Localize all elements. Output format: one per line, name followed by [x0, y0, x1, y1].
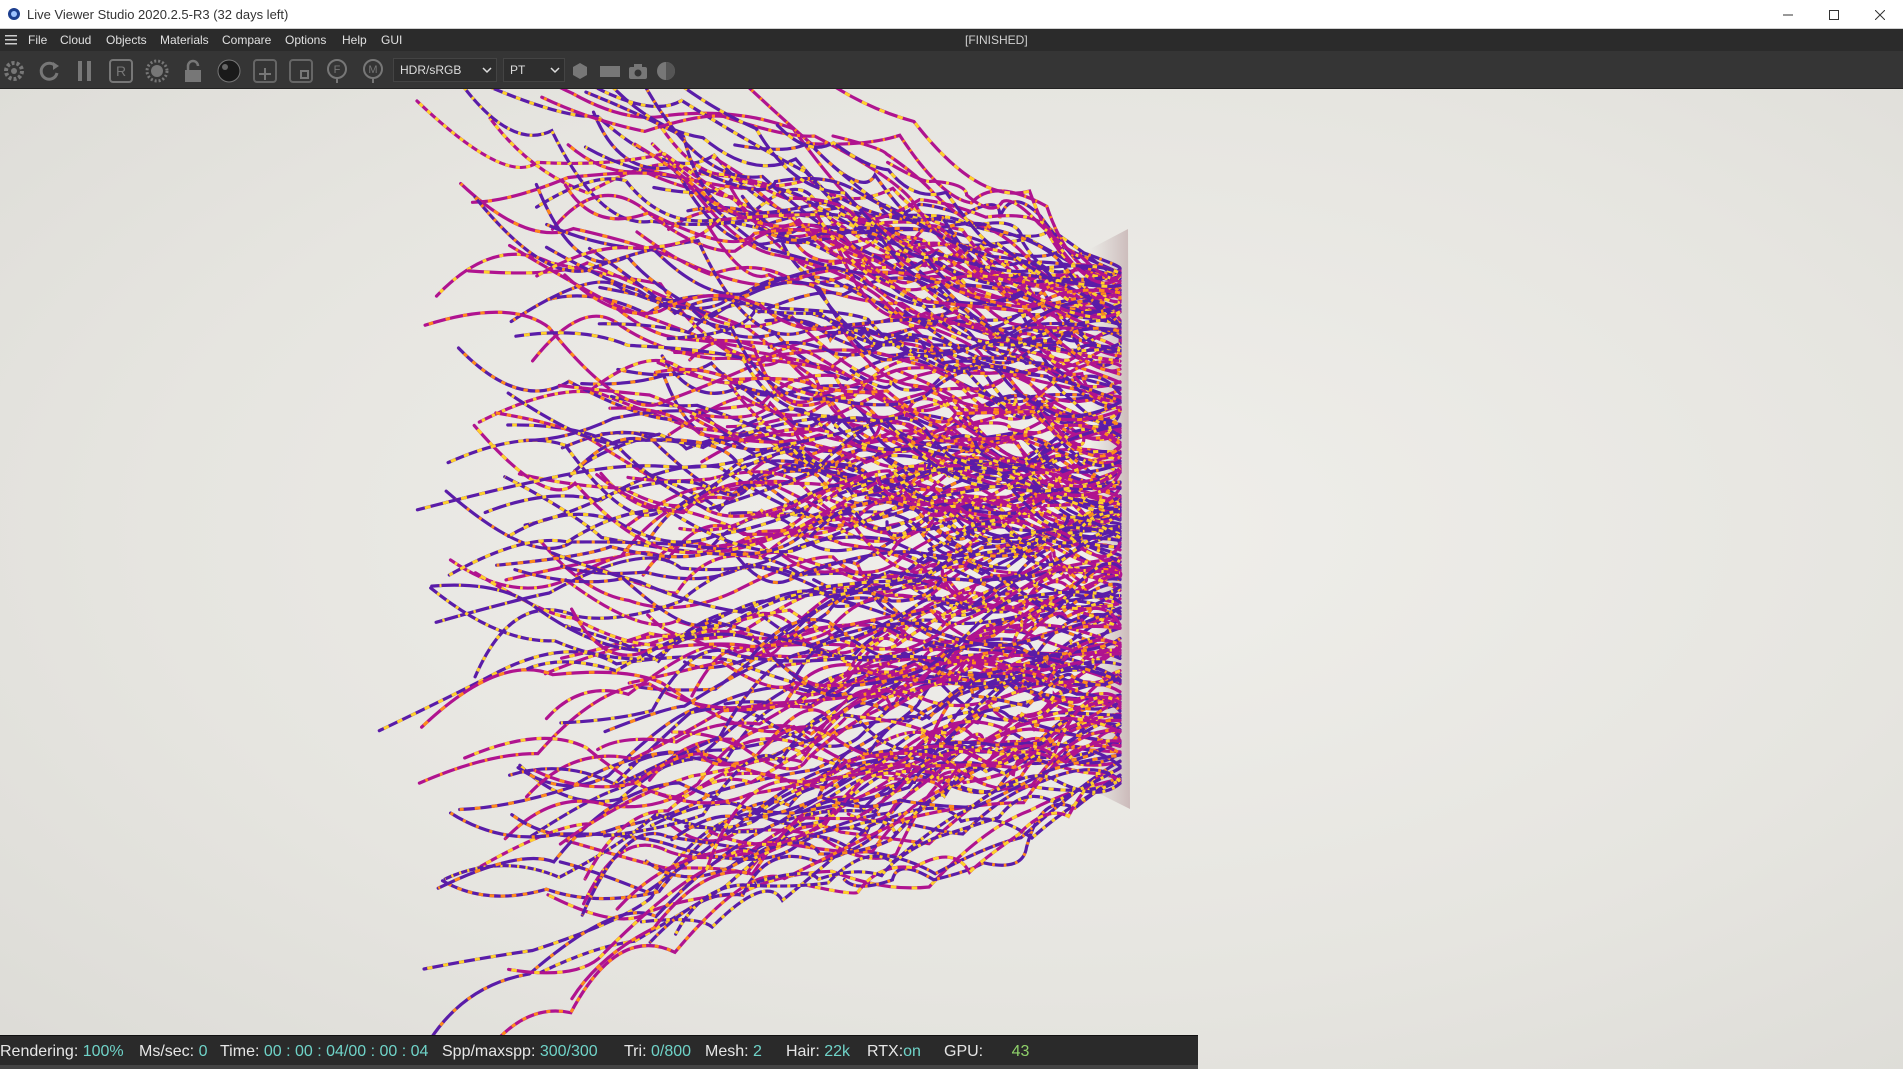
pause-icon[interactable] [72, 58, 98, 84]
render-viewport[interactable] [0, 89, 1903, 1069]
rendering-stat: Rendering: 100% [0, 1043, 124, 1060]
menu-options[interactable]: Options [285, 33, 326, 47]
svg-text:F: F [334, 64, 341, 76]
chevron-down-icon [550, 67, 560, 74]
hamburger-menu-icon[interactable] [4, 33, 18, 47]
render-status: [FINISHED] [965, 33, 1028, 47]
menu-objects[interactable]: Objects [106, 33, 147, 47]
focus-pin-icon[interactable]: F [324, 58, 350, 84]
minimize-button[interactable] [1765, 0, 1811, 29]
toolbar: R F M HDR/sRGB PT [0, 51, 1903, 89]
mesh-stat: Mesh: 2 [705, 1043, 762, 1060]
sun-icon[interactable] [144, 58, 170, 84]
svg-text:R: R [116, 63, 126, 79]
rectangle-icon[interactable] [598, 61, 622, 81]
camera-icon[interactable] [627, 61, 649, 81]
color-space-value: HDR/sRGB [400, 63, 462, 77]
minimize-icon [1783, 14, 1793, 15]
add-region-icon[interactable] [252, 58, 278, 84]
maximize-icon [1829, 9, 1839, 20]
window-titlebar: Live Viewer Studio 2020.2.5-R3 (32 days … [0, 0, 1903, 29]
status-bar: Rendering: 100% Ms/sec: 0 Time: 00 : 00 … [0, 1035, 1198, 1069]
tri-stat: Tri: 0/800 [624, 1043, 692, 1060]
settings-gear-icon[interactable] [1, 58, 27, 84]
menu-materials[interactable]: Materials [160, 33, 209, 47]
window-title: Live Viewer Studio 2020.2.5-R3 (32 days … [27, 7, 289, 22]
material-pin-icon[interactable]: M [360, 58, 386, 84]
r-icon[interactable]: R [108, 58, 134, 84]
hair-stat: Hair: 22k [786, 1043, 851, 1060]
menu-bar: File Cloud Objects Materials Compare Opt… [0, 29, 1903, 51]
hair-strands [377, 89, 1123, 1069]
hair-render [377, 89, 1130, 1069]
sphere-icon[interactable] [216, 58, 242, 84]
close-icon [1875, 9, 1885, 20]
chevron-down-icon [482, 67, 492, 74]
mssec-stat: Ms/sec: 0 [139, 1043, 208, 1060]
half-sphere-icon[interactable] [655, 61, 677, 81]
menu-file[interactable]: File [28, 33, 47, 47]
status-bar-edge [0, 1065, 1198, 1069]
menu-cloud[interactable]: Cloud [60, 33, 91, 47]
gpu-stat: GPU: 43 [944, 1043, 1030, 1060]
svg-text:M: M [368, 64, 377, 76]
spp-stat: Spp/maxspp: 300/300 [442, 1043, 598, 1060]
menu-compare[interactable]: Compare [222, 33, 271, 47]
app-logo-icon [8, 8, 20, 20]
time-stat: Time: 00 : 00 : 04/00 : 00 : 04 [220, 1043, 429, 1060]
color-space-select[interactable]: HDR/sRGB [393, 58, 497, 82]
render-mode-value: PT [510, 63, 526, 77]
close-button[interactable] [1857, 0, 1903, 29]
menu-gui[interactable]: GUI [381, 33, 402, 47]
render-mode-select[interactable]: PT [503, 58, 565, 82]
hexagon-icon[interactable] [570, 61, 590, 81]
region-icon[interactable] [288, 58, 314, 84]
rtx-stat: RTX:on [867, 1043, 921, 1060]
menu-help[interactable]: Help [342, 33, 367, 47]
refresh-icon[interactable] [36, 58, 62, 84]
unlock-icon[interactable] [180, 58, 206, 84]
maximize-button[interactable] [1811, 0, 1857, 29]
